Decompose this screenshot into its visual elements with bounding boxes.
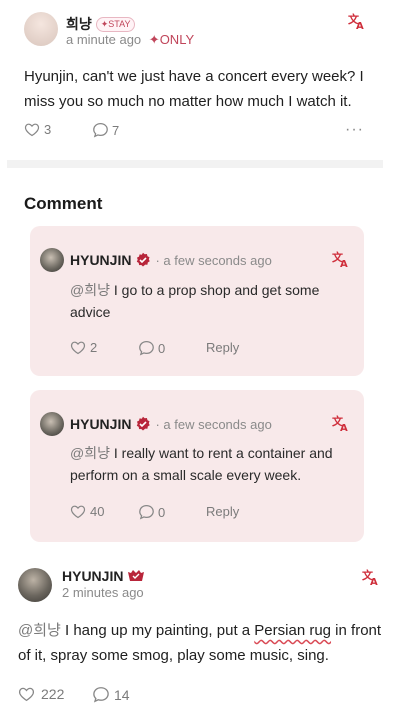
post-time: a minute ago bbox=[66, 32, 142, 47]
svg-text:A: A bbox=[356, 21, 364, 30]
verified-badge-icon bbox=[128, 570, 145, 581]
post-text: Hyunjin, can't we just have a concert ev… bbox=[24, 68, 364, 110]
reply-author-row: HYUNJIN · a few seconds ago bbox=[70, 252, 272, 268]
more-icon[interactable]: ··· bbox=[345, 121, 364, 139]
comment-icon bbox=[93, 122, 108, 138]
svg-text:A: A bbox=[340, 423, 348, 432]
fan-badge: ✦STAY bbox=[95, 16, 136, 32]
verified-badge-icon bbox=[137, 252, 151, 267]
bottom-post: HYUNJIN 2 minutes ago 文A @희냥 I hang up m… bbox=[0, 548, 400, 711]
translate-icon[interactable]: 文A bbox=[332, 414, 350, 437]
section-divider bbox=[7, 160, 383, 168]
reply-card: HYUNJIN · a few seconds ago 文A @희냥 I rea… bbox=[30, 390, 364, 542]
reply-text: @희냥 I really want to rent a container an… bbox=[70, 442, 340, 486]
visibility-label: ✦ONLY bbox=[148, 32, 195, 47]
comment-section-title: Comment bbox=[24, 194, 103, 213]
comment-button[interactable]: 7 bbox=[92, 122, 119, 138]
translate-icon[interactable]: 文A bbox=[348, 12, 366, 30]
svg-text:A: A bbox=[340, 259, 348, 268]
like-count: 2 bbox=[90, 340, 98, 355]
avatar[interactable] bbox=[24, 12, 58, 46]
heart-icon bbox=[70, 341, 86, 355]
avatar[interactable] bbox=[18, 568, 52, 602]
avatar[interactable] bbox=[40, 412, 64, 436]
bottom-post-text: @희냥 I hang up my painting, put a Persian… bbox=[18, 618, 382, 668]
reply-time: · a few seconds ago bbox=[155, 252, 272, 268]
like-count: 40 bbox=[90, 504, 105, 519]
post-author-row: 희냥 ✦STAY bbox=[66, 14, 136, 34]
reply-button[interactable]: Reply bbox=[206, 340, 239, 355]
post-username[interactable]: 희냥 bbox=[66, 14, 92, 34]
like-button[interactable]: 222 bbox=[18, 686, 64, 702]
mention[interactable]: @희냥 bbox=[18, 622, 61, 639]
reply-author-row: HYUNJIN · a few seconds ago bbox=[70, 416, 272, 432]
highlighted-phrase: Persian rug bbox=[254, 622, 332, 639]
heart-icon bbox=[18, 687, 35, 702]
mention[interactable]: @희냥 bbox=[70, 282, 110, 298]
comment-count: 14 bbox=[114, 686, 130, 703]
like-button[interactable]: 40 bbox=[70, 504, 104, 519]
bottom-author-name[interactable]: HYUNJIN bbox=[62, 568, 123, 584]
translate-icon[interactable]: 文A bbox=[362, 568, 380, 591]
bottom-time: 2 minutes ago bbox=[62, 585, 144, 600]
translate-icon[interactable]: 文A bbox=[332, 250, 350, 273]
like-button[interactable]: 3 bbox=[24, 122, 51, 137]
verified-badge-icon bbox=[137, 416, 151, 431]
like-count: 3 bbox=[44, 122, 52, 137]
heart-icon bbox=[70, 505, 86, 519]
like-count: 222 bbox=[41, 686, 65, 702]
comment-button[interactable]: 0 bbox=[138, 340, 165, 356]
comment-button[interactable]: 14 bbox=[92, 686, 130, 703]
comment-count: 7 bbox=[112, 122, 120, 138]
reply-author-name[interactable]: HYUNJIN bbox=[70, 416, 131, 432]
comment-count: 0 bbox=[158, 504, 166, 520]
post-meta: a minute ago ✦ONLY bbox=[66, 32, 194, 48]
comment-count: 0 bbox=[158, 340, 166, 356]
reply-body: I really want to rent a container and pe… bbox=[70, 445, 333, 483]
reply-author-name[interactable]: HYUNJIN bbox=[70, 252, 131, 268]
like-button[interactable]: 2 bbox=[70, 340, 97, 355]
svg-text:A: A bbox=[370, 577, 378, 586]
reply-card: HYUNJIN · a few seconds ago 文A @희냥 I go … bbox=[30, 226, 364, 376]
avatar[interactable] bbox=[40, 248, 64, 272]
bottom-author-row: HYUNJIN bbox=[62, 568, 145, 584]
comment-icon bbox=[93, 687, 109, 703]
mention[interactable]: @희냥 bbox=[70, 445, 110, 461]
text-part: I hang up my painting, put a bbox=[60, 622, 255, 639]
comment-button[interactable]: 0 bbox=[138, 504, 165, 520]
heart-icon bbox=[24, 123, 40, 137]
comment-icon bbox=[139, 340, 154, 356]
reply-time: · a few seconds ago bbox=[155, 416, 272, 432]
reply-text: @희냥 I go to a prop shop and get some adv… bbox=[70, 279, 330, 323]
comment-icon bbox=[139, 504, 154, 520]
reply-button[interactable]: Reply bbox=[206, 504, 239, 519]
